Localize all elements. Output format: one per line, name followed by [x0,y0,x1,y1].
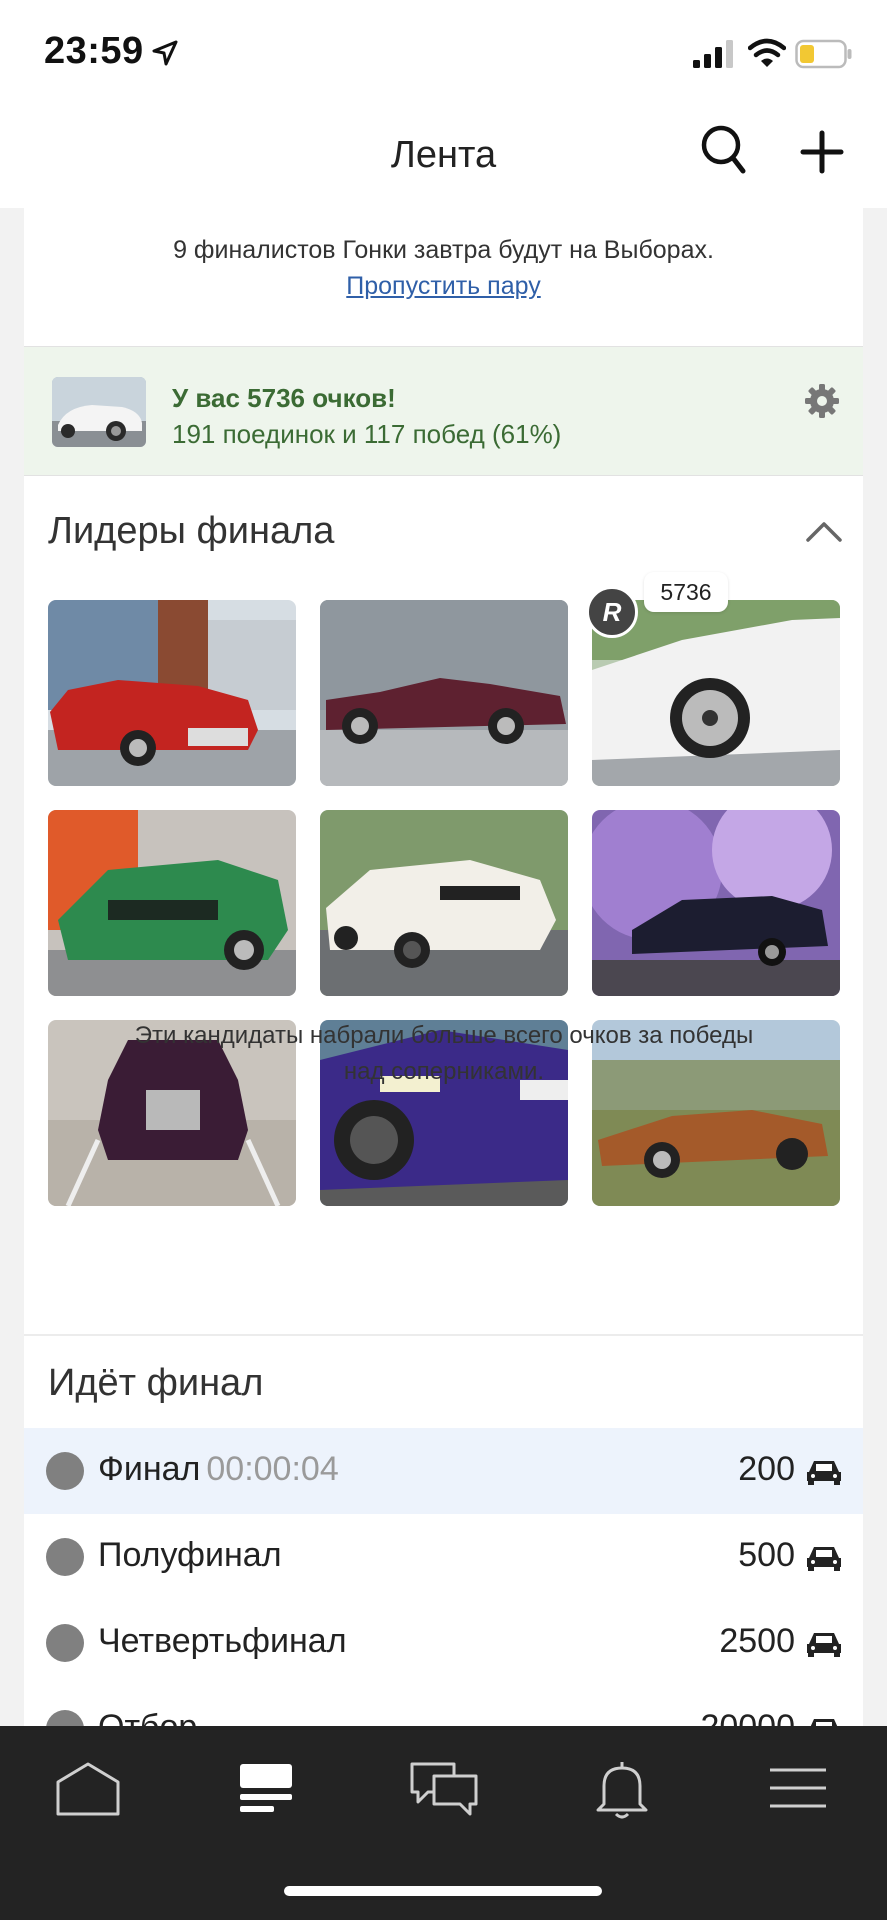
final-title: Идёт финал [48,1362,264,1404]
round-count: 2500 [719,1622,795,1660]
nav-header: Лента [0,100,887,208]
round-label: Четвертьфинал [98,1622,347,1660]
status-bar: 23:59 [0,0,887,100]
feed-icon[interactable] [226,1756,306,1820]
round-count: 20000 [700,1708,795,1726]
car-icon [810,1719,838,1726]
car-icon [807,1547,841,1571]
score-subtitle: 191 поединок и 117 побед (61%) [172,419,562,449]
leaders-caption-line2: над соперниками. [343,1058,545,1085]
messages-icon[interactable] [404,1756,484,1820]
car-icon [807,1461,841,1485]
page-title: Лента [390,134,497,176]
feed-content: 9 финалистов Гонки завтра будут на Выбор… [24,208,863,1726]
round-timer: 00:00:04 [206,1450,339,1488]
car-icon [807,1633,841,1657]
battery-icon [795,39,852,69]
leader-rank-badge: R [586,586,638,638]
leaders-grid [48,600,840,1206]
round-label: Полуфинал [98,1536,282,1574]
leader-photo[interactable] [592,810,840,996]
home-indicator[interactable] [284,1886,602,1896]
leaders-title: Лидеры финала [48,510,335,552]
notice-card: 9 финалистов Гонки завтра будут на Выбор… [24,208,863,346]
location-arrow-icon [152,40,178,66]
round-count: 200 [738,1450,795,1488]
gear-icon[interactable] [804,383,840,419]
status-time: 23:59 [44,30,144,72]
round-status-dot [46,1624,84,1662]
round-label: Отбор [98,1708,197,1726]
tab-bar [0,1726,887,1920]
user-car-thumbnail [52,377,146,447]
round-status-dot [46,1452,84,1490]
leaders-caption: Эти кандидаты набрали больше всего очков… [64,1018,824,1090]
round-row-quarterfinal[interactable]: Четвертьфинал 2500 [24,1600,863,1686]
round-status-dot [46,1710,84,1726]
leader-photo[interactable] [48,810,296,996]
round-count: 500 [738,1536,795,1574]
round-row-final[interactable]: Финал 00:00:04 200 [24,1428,863,1514]
round-label: Финал 00:00:04 [98,1450,339,1488]
signal-icon [693,40,733,68]
score-card[interactable]: У вас 5736 очков! 191 поединок и 117 поб… [24,346,863,476]
skip-pair-link[interactable]: Пропустить пару [24,272,863,301]
round-status-dot [46,1538,84,1576]
wifi-icon [748,38,786,67]
notice-text: 9 финалистов Гонки завтра будут на Выбор… [173,236,714,264]
score-title: У вас 5736 очков! [172,383,396,413]
leader-photo[interactable] [48,600,296,786]
round-row-selection[interactable]: Отбор 20000 [24,1686,863,1726]
leader-photo[interactable] [320,600,568,786]
add-icon[interactable] [800,130,844,174]
menu-icon[interactable] [758,1756,838,1820]
bell-icon[interactable] [582,1756,662,1820]
home-icon[interactable] [48,1756,128,1820]
chevron-up-icon[interactable] [804,516,844,546]
divider [24,1334,863,1336]
leader-photo[interactable] [320,810,568,996]
search-icon[interactable] [700,124,746,176]
leader-score-bubble: 5736 [644,572,728,612]
round-row-semifinal[interactable]: Полуфинал 500 [24,1514,863,1600]
leaders-caption-line1: Эти кандидаты набрали больше всего очков… [134,1022,754,1049]
